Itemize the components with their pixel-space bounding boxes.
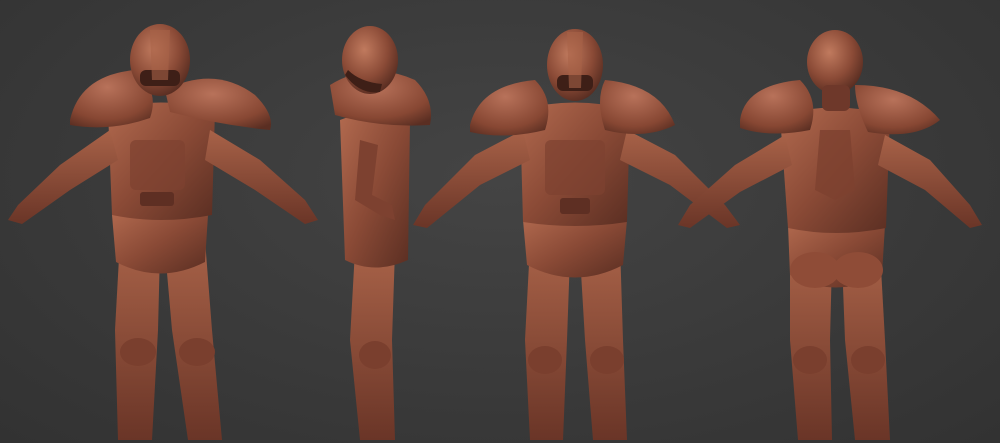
armor-figure-front-left	[0, 0, 330, 443]
sculpt-viewport	[0, 0, 1000, 443]
armor-figure-front-left-render	[8, 24, 318, 440]
armor-figure-back-render	[678, 30, 982, 440]
armor-figure-back	[650, 0, 1000, 443]
